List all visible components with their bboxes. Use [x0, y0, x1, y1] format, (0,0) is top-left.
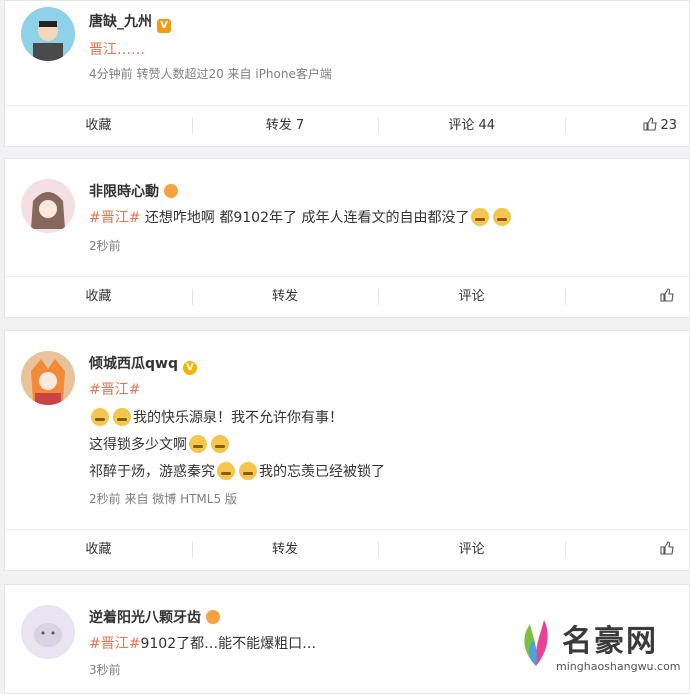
action-bar: 收藏 转发 评论 — [5, 276, 689, 317]
post-text: #晋江#9102了都…能不能爆粗口… — [89, 636, 317, 652]
post-text: 我的快乐源泉！我不允许你有事！ — [89, 407, 343, 427]
sweat-emoji-icon — [493, 208, 512, 226]
crown-badge-icon — [206, 610, 220, 624]
like-button[interactable] — [565, 277, 689, 317]
post-text: #晋江# 还想咋地啊 都9102年了 成年人连看文的自由都没了 — [89, 207, 513, 227]
cry-emoji-icon — [113, 408, 131, 426]
sweat-emoji-icon — [471, 208, 490, 226]
cry-emoji-icon — [239, 462, 257, 480]
post-text: 这得锁多少文啊 — [89, 434, 231, 454]
like-button[interactable]: 23 — [565, 106, 689, 146]
cry-emoji-icon — [91, 408, 109, 426]
action-bar: 收藏 转发 评论 — [5, 529, 689, 570]
site-watermark: 名豪网 minghaoshangwu.com — [516, 610, 686, 684]
comment-button[interactable]: 评论 — [378, 530, 565, 570]
cry-emoji-icon — [189, 435, 207, 453]
collect-button[interactable]: 收藏 — [5, 277, 192, 317]
watermark-url: minghaoshangwu.com — [556, 660, 681, 673]
topic-link[interactable]: 晋江…… — [89, 42, 145, 58]
verified-badge-icon: V — [182, 361, 197, 375]
post-text: 晋江…… — [89, 39, 145, 59]
comment-button[interactable]: 评论 44 — [378, 106, 565, 146]
post-text: #晋江# — [89, 379, 140, 399]
flower-logo-icon — [524, 620, 548, 666]
user-name[interactable]: 唐缺_九州 V — [89, 11, 171, 33]
user-name[interactable]: 倾城西瓜qwq V — [89, 353, 197, 375]
avatar[interactable] — [21, 7, 75, 61]
crown-badge-icon — [164, 184, 178, 198]
comment-button[interactable]: 评论 — [378, 277, 565, 317]
avatar[interactable] — [21, 351, 75, 405]
user-name[interactable]: 逆着阳光八颗牙齿 — [89, 607, 220, 627]
post-card: 倾城西瓜qwq V #晋江# 我的快乐源泉！我不允许你有事！ 这得锁多少文啊 祁醉… — [4, 330, 690, 571]
thumb-up-icon — [660, 288, 674, 302]
cry-emoji-icon — [211, 435, 229, 453]
repost-button[interactable]: 转发 7 — [191, 106, 379, 146]
user-name[interactable]: 非限時心動 — [89, 181, 178, 201]
post-card: 唐缺_九州 V 晋江…… 4分钟前 转赞人数超过20 来自 iPhone客户端 收… — [4, 0, 690, 147]
repost-button[interactable]: 转发 — [191, 277, 379, 317]
post-time: 3秒前 — [89, 663, 121, 677]
post-meta: 4分钟前 转赞人数超过20 来自 iPhone客户端 — [89, 67, 332, 81]
post-meta: 2秒前 来自 微博 HTML5 版 — [89, 492, 237, 506]
post-time: 2秒前 — [89, 239, 121, 253]
verified-badge-icon: V — [157, 19, 171, 33]
watermark-brand: 名豪网 — [562, 624, 658, 659]
post-card: 非限時心動 #晋江# 还想咋地啊 都9102年了 成年人连看文的自由都没了 2秒… — [4, 158, 690, 318]
thumb-up-icon — [643, 117, 658, 131]
like-button[interactable] — [565, 530, 689, 570]
topic-link[interactable]: #晋江# — [89, 382, 140, 398]
action-bar: 收藏 转发 7 评论 44 23 — [5, 105, 689, 146]
avatar[interactable] — [21, 605, 75, 659]
topic-link[interactable]: #晋江# — [89, 636, 140, 652]
collect-button[interactable]: 收藏 — [5, 530, 192, 570]
repost-button[interactable]: 转发 — [191, 530, 379, 570]
avatar[interactable] — [21, 179, 75, 233]
post-text: 祁醉于炀，游惑秦究 我的忘羡已经被锁了 — [89, 462, 385, 480]
thumb-up-icon — [660, 541, 674, 555]
collect-button[interactable]: 收藏 — [5, 106, 192, 146]
cry-emoji-icon — [217, 462, 235, 480]
topic-link[interactable]: #晋江# — [89, 210, 140, 226]
